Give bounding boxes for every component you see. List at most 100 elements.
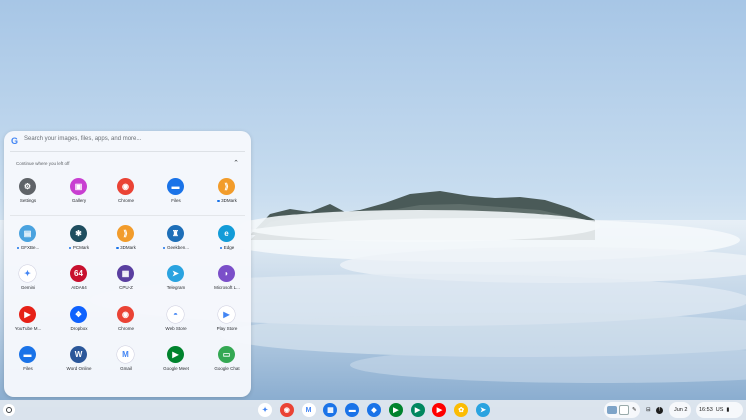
geekbench-icon: ♜ [167,225,184,242]
app-label-text: 3DMark [120,245,136,250]
google-g-icon: G [11,136,19,146]
app-label-text: Microsoft L... [214,285,240,290]
telegram-icon: ➤ [167,265,184,282]
app-label: Settings [4,198,52,203]
app-tile[interactable]: ▤ GFXBe... [8,225,48,265]
chevron-up-icon[interactable]: ⌃ [232,160,240,168]
app-label-text: Google Meet [163,366,189,371]
app-tile[interactable]: ▶ Google Meet [156,346,196,386]
app-tile[interactable]: ♜ Geekben... [156,225,196,265]
status-area-content[interactable]: 16:53 US ▮ [699,402,729,418]
google-chat-icon: ▭ [218,346,235,363]
app-label-text: Dropbox [70,326,88,331]
app-label: Google Meet [152,366,200,371]
app-label: Dropbox [55,326,103,331]
app-label: YouTube M... [4,326,52,331]
app-tile[interactable]: ▶ Play Store [207,306,247,346]
app-label-text: Files [171,198,181,203]
messages-icon[interactable]: ◆ [367,403,381,417]
quick-tray-icon[interactable]: ⊟ [646,402,651,418]
app-tile[interactable]: ◉ Chrome [106,178,146,218]
dropbox-icon: ❖ [70,306,87,323]
app-tile[interactable]: ⚙ Settings [8,178,48,218]
play-store-icon: ▶ [218,306,235,323]
app-label: Telegram [152,285,200,290]
app-tile[interactable]: ▦ CPU-Z [106,265,146,305]
files-icon[interactable]: ▬ [345,403,360,417]
date-display[interactable]: Jun 2 [674,402,687,418]
gear-icon: ⚙ [19,178,36,195]
app-label-text: Web Store [165,326,187,331]
shelf: ✦ ◉ M ▦ ▬ ◆ ▶ ▶ ▶ ✿ ➤ ✎ ⊟ ! Jun 2 16:53 US ▮ [0,400,746,420]
app-label-text: 3DMark [221,198,237,203]
app-label-text: GFXBe... [20,245,40,250]
app-tile[interactable]: ➤ Telegram [156,265,196,305]
app-tile[interactable]: e Edge [207,225,247,265]
tray-thumbnails[interactable]: ✎ [607,402,637,418]
3dmark-icon: ⟫ [218,178,235,195]
app-label: 3DMark [203,198,251,203]
app-tile[interactable]: ▬ Files [156,178,196,218]
app-tile[interactable]: ✦ Gemini [8,265,48,305]
app-label-text: Word Online [66,366,92,371]
launcher-search-bar[interactable]: G Search your images, files, apps, and m… [4,131,251,151]
app-label: Files [152,198,200,203]
app-tile[interactable]: ▬ Files [8,346,48,386]
app-label-text: CPU-Z [119,285,133,290]
youtube-icon[interactable]: ▶ [432,403,447,417]
notification-icon[interactable]: ! [656,402,663,418]
app-label-text: Telegram [166,285,186,290]
date-text: Jun 2 [674,407,688,413]
app-label-text: Gemini [20,285,36,290]
gemini-icon: ✦ [19,265,36,282]
app-tile[interactable]: ◉ Chrome [106,306,146,346]
app-label: Files [4,366,52,371]
app-label: Google Chat [203,366,251,371]
play-store-icon[interactable]: ▶ [410,403,425,417]
chrome-icon[interactable]: ◉ [279,403,294,417]
app-tile[interactable]: ✱ PCMark [59,225,99,265]
new-install-dot-icon [68,246,72,250]
app-tile[interactable]: ⟫ 3DMark [106,225,146,265]
app-tile[interactable]: ▶ YouTube M... [8,306,48,346]
calendar-icon[interactable]: ▦ [323,403,338,417]
app-tile[interactable]: ▣ Gallery [59,178,99,218]
app-label: Gemini [4,285,52,290]
new-install-dot-icon [16,246,20,250]
launcher-button[interactable] [3,404,15,416]
edge-icon: e [218,225,235,242]
telegram-icon[interactable]: ➤ [476,403,490,417]
app-tile[interactable]: W Word Online [59,346,99,386]
meet-icon[interactable]: ▶ [388,403,403,417]
app-tile[interactable]: ◓ Web Store [156,306,196,346]
app-label: Microsoft L... [203,285,251,290]
app-label: Edge [203,245,251,250]
microsoft-launcher-icon: ◗ [218,265,235,282]
app-tile[interactable]: 64 AIDA64 [59,265,99,305]
app-label-text: Settings [19,198,37,203]
tray-icon: ⊟ [646,407,651,413]
gmail-icon[interactable]: M [301,403,316,417]
continue-section-label: Continue where you left off [16,161,70,166]
app-tile[interactable]: ❖ Dropbox [59,306,99,346]
search-input[interactable]: Search your images, files, apps, and mor… [24,136,141,142]
app-label-text: Files [23,366,33,371]
app-label: PCMark [55,245,103,250]
screenshot-thumbnail-icon [607,406,617,414]
app-label-text: AIDA64 [71,285,87,290]
app-tile[interactable]: M Gmail [106,346,146,386]
app-tile[interactable]: ⟫ 3DMark [207,178,247,218]
app-label-text: Chrome [117,326,134,331]
app-tile[interactable]: ▭ Google Chat [207,346,247,386]
launcher-circle-icon [6,407,12,413]
app-label-text: YouTube M... [14,326,42,331]
gemini-icon[interactable]: ✦ [258,403,272,417]
gallery-icon: ▣ [70,178,87,195]
photos-icon[interactable]: ✿ [454,403,469,417]
app-label-text: Gmail [120,366,132,371]
time-text: 16:53 [699,407,713,413]
app-label-text: PCMark [72,245,90,250]
app-tile[interactable]: ◗ Microsoft L... [207,265,247,305]
app-label: 3DMark [102,245,150,250]
app-label: Play Store [203,326,251,331]
